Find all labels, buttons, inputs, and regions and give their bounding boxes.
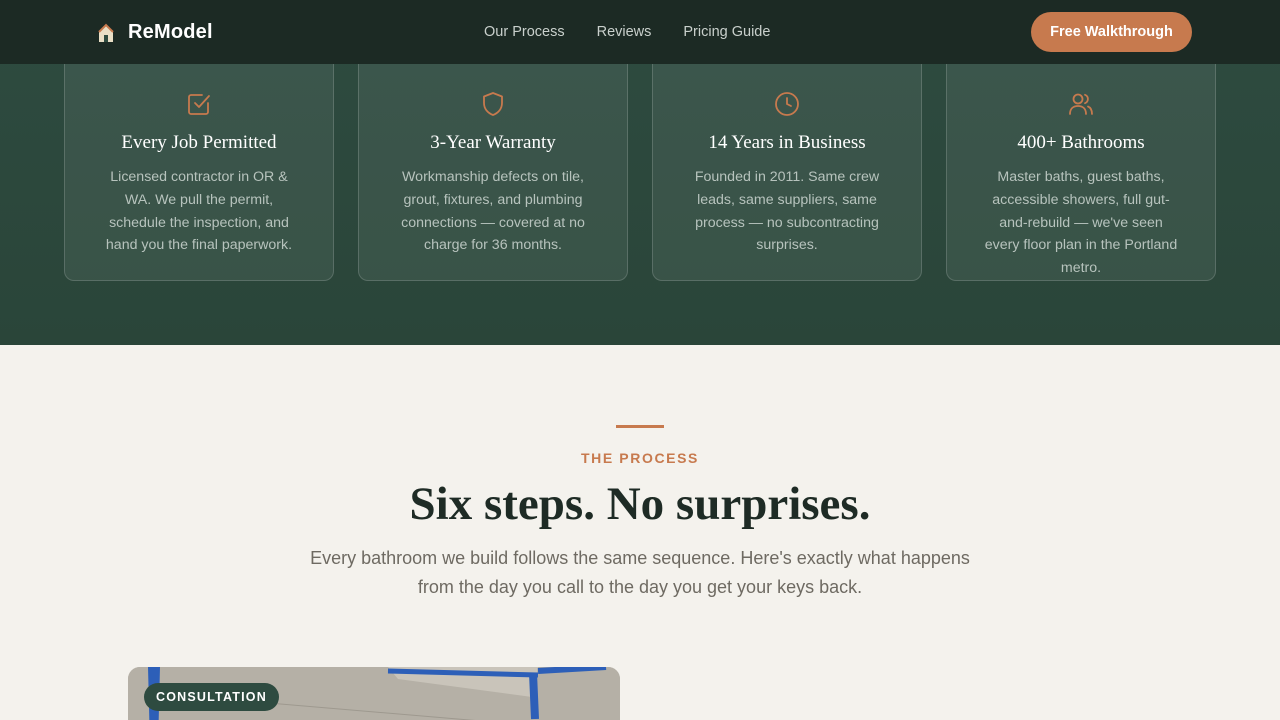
- feature-text: Workmanship defects on tile, grout, fixt…: [401, 169, 585, 254]
- step-photo: CONSULTATION: [128, 667, 620, 720]
- clock-icon: [775, 92, 799, 116]
- feature-title: 400+ Bathrooms: [1017, 132, 1145, 153]
- section-eyebrow: THE PROCESS: [581, 450, 699, 466]
- feature-card-bathrooms: 400+ Bathrooms Master baths, guest baths…: [946, 64, 1216, 281]
- main-nav: Our Process Reviews Pricing Guide: [484, 24, 770, 40]
- nav-link-reviews[interactable]: Reviews: [597, 24, 652, 40]
- process-section: THE PROCESS Six steps. No surprises. Eve…: [0, 345, 1280, 720]
- house-logo-icon: [98, 23, 114, 42]
- feature-title: 3-Year Warranty: [430, 132, 556, 153]
- brand[interactable]: ReModel: [96, 20, 213, 44]
- feature-card-permitted: Every Job Permitted Licensed contractor …: [64, 64, 334, 281]
- section-divider: [616, 425, 664, 428]
- free-walkthrough-button[interactable]: Free Walkthrough: [1031, 12, 1192, 52]
- shield-icon: [483, 92, 503, 116]
- users-icon: [1069, 93, 1093, 115]
- feature-text: Licensed contractor in OR & WA. We pull …: [105, 169, 293, 254]
- checkbox-icon: [188, 94, 210, 115]
- section-lede: Every bathroom we build follows the same…: [310, 548, 970, 597]
- section-headline: Six steps. No surprises.: [409, 478, 871, 530]
- top-navbar: ReModel Our Process Reviews Pricing Guid…: [0, 0, 1280, 64]
- feature-card-years: 14 Years in Business Founded in 2011. Sa…: [652, 64, 922, 281]
- feature-title: Every Job Permitted: [121, 132, 277, 153]
- brand-name: ReModel: [128, 20, 213, 43]
- feature-title: 14 Years in Business: [708, 132, 866, 153]
- feature-text: Founded in 2011. Same crew leads, same s…: [694, 169, 880, 254]
- nav-link-pricing-guide[interactable]: Pricing Guide: [683, 24, 770, 40]
- feature-card-warranty: 3-Year Warranty Workmanship defects on t…: [358, 64, 628, 281]
- feature-cards: Every Job Permitted Licensed contractor …: [64, 64, 1216, 281]
- step-badge: CONSULTATION: [144, 683, 279, 711]
- nav-link-our-process[interactable]: Our Process: [484, 24, 565, 40]
- feature-text: Master baths, guest baths, accessible sh…: [984, 169, 1178, 277]
